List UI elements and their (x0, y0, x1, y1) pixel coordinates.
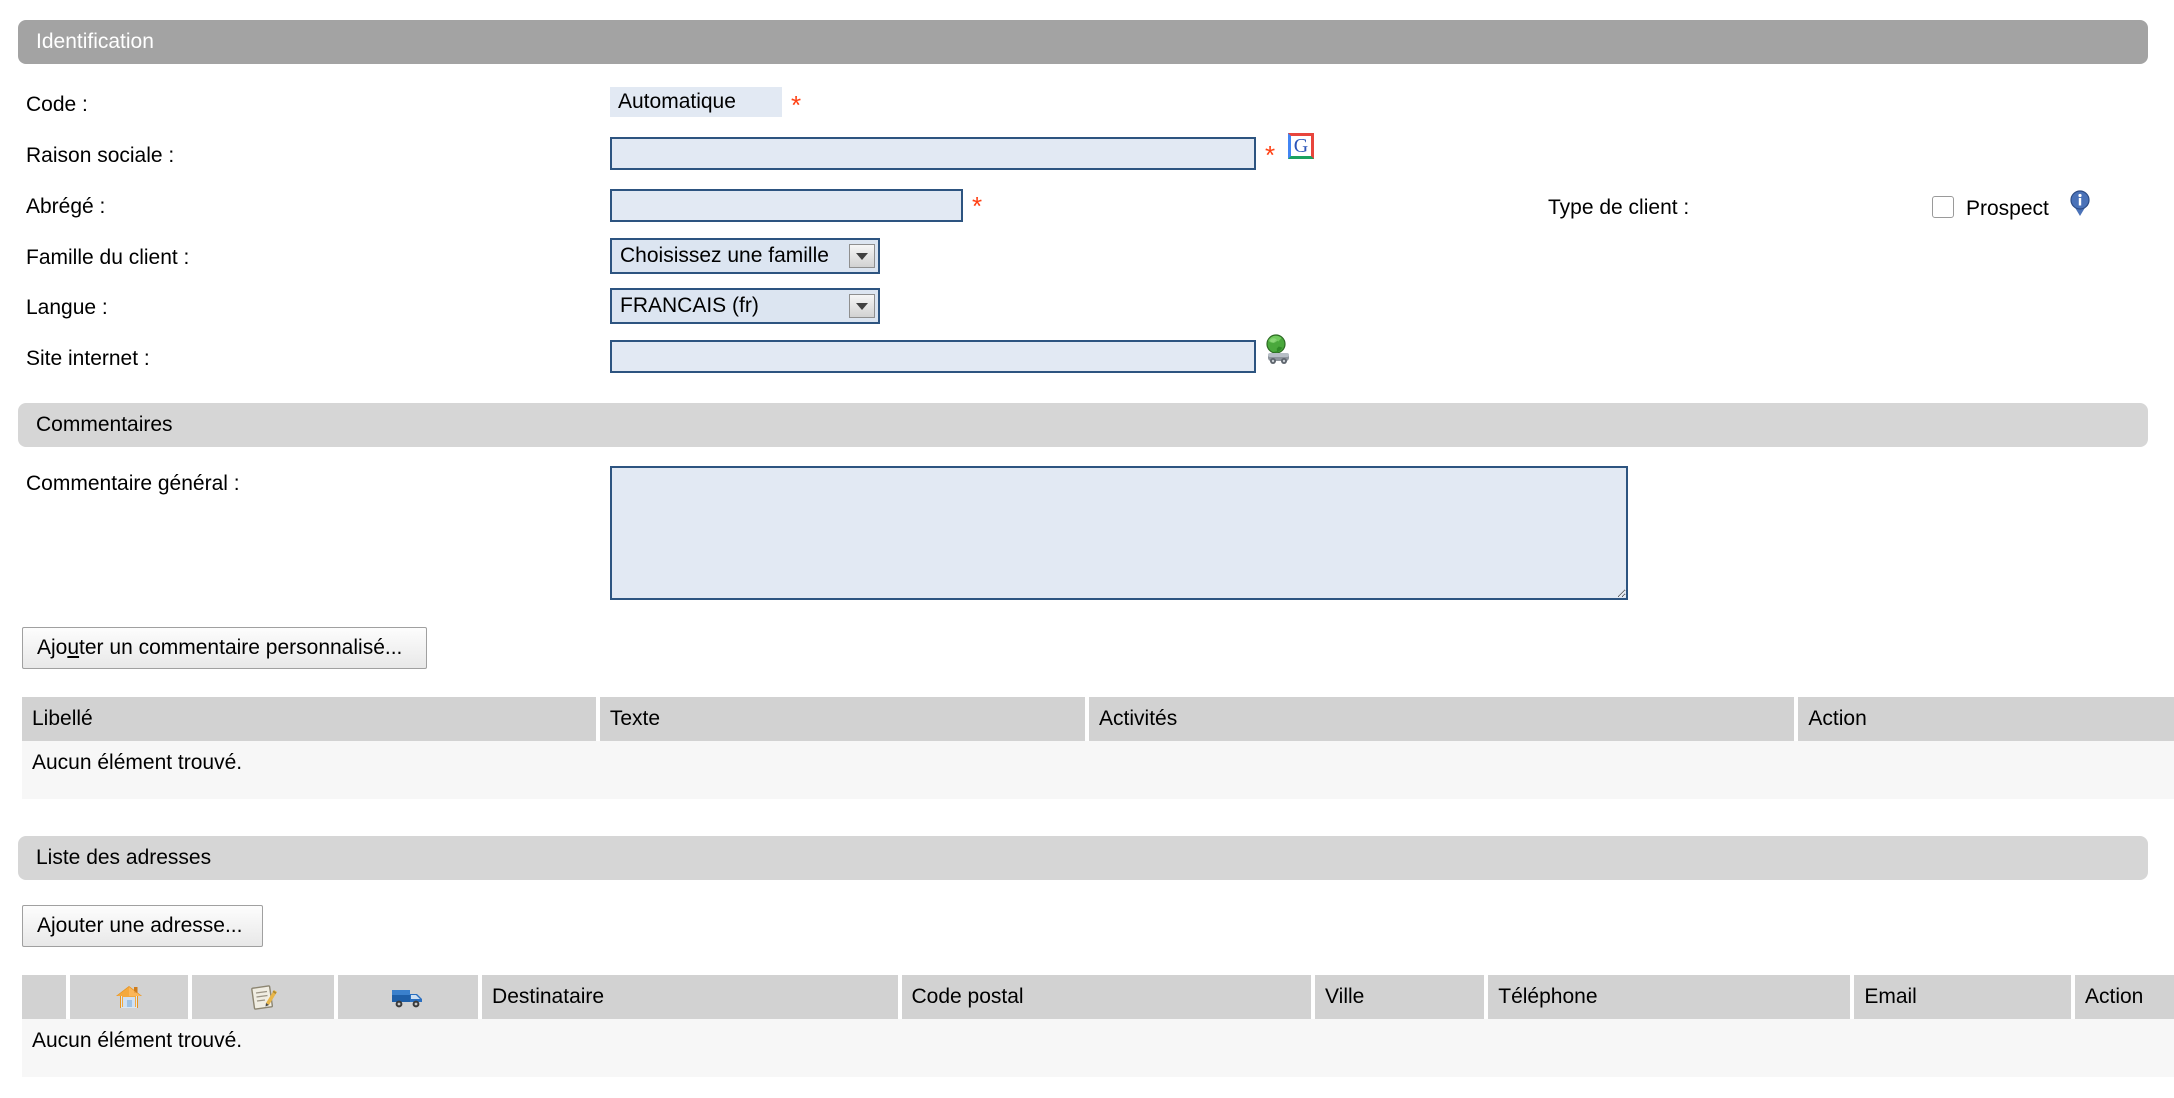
label-langue: Langue : (26, 296, 108, 319)
comments-empty-message: Aucun élément trouvé. (32, 751, 243, 774)
column-header-activites[interactable]: Activités (1089, 697, 1795, 741)
code-value: Automatique (610, 87, 782, 117)
add-custom-comment-button[interactable]: Ajouter un commentaire personnalisé... (22, 627, 427, 669)
addresses-table-empty-row: Aucun élément trouvé. (22, 1019, 2174, 1077)
column-header-texte[interactable]: Texte (599, 697, 1086, 741)
section-header-commentaires: Commentaires (18, 403, 2148, 447)
prospect-label: Prospect (1966, 197, 2049, 220)
addresses-empty-message: Aucun élément trouvé. (32, 1029, 243, 1052)
label-famille-du-client: Famille du client : (26, 246, 190, 269)
column-header-home[interactable] (69, 975, 189, 1019)
required-indicator-raison-sociale: * (1265, 140, 1276, 170)
column-header-email[interactable]: Email (1854, 975, 2071, 1019)
label-commentaire-general: Commentaire général : (26, 472, 240, 495)
raison-sociale-input[interactable] (610, 137, 1256, 170)
comments-table: Libellé Texte Activités Action Aucun élé… (22, 697, 2174, 799)
column-header-select (22, 975, 66, 1019)
column-header-libelle[interactable]: Libellé (22, 697, 596, 741)
column-header-code-postal[interactable]: Code postal (901, 975, 1312, 1019)
home-icon (115, 986, 142, 1008)
world-globe-go-icon[interactable] (1262, 333, 1294, 365)
add-custom-comment-pre: Ajo (37, 636, 68, 659)
comments-table-header: Libellé Texte Activités Action (22, 697, 2174, 741)
label-site-internet: Site internet : (26, 347, 150, 370)
section-header-identification: Identification (18, 20, 2148, 64)
column-header-telephone[interactable]: Téléphone (1488, 975, 1851, 1019)
section-header-liste-adresses-label: Liste des adresses (36, 846, 212, 869)
chevron-down-icon[interactable] (849, 294, 875, 318)
add-address-button-label: Ajouter une adresse... (37, 914, 243, 937)
langue-select[interactable]: FRANCAIS (fr) (610, 288, 880, 324)
section-header-liste-adresses: Liste des adresses (18, 836, 2148, 880)
label-type-de-client: Type de client : (1548, 196, 1690, 219)
delivery-truck-icon (391, 990, 422, 1008)
info-bubble-icon[interactable] (2068, 190, 2092, 216)
column-header-action[interactable]: Action (1798, 697, 2174, 741)
addresses-table: Destinataire Code postal Ville Téléphone… (22, 975, 2174, 1077)
section-header-identification-label: Identification (36, 30, 154, 53)
label-abrege: Abrégé : (26, 195, 106, 218)
column-header-ville[interactable]: Ville (1315, 975, 1485, 1019)
column-header-delivery[interactable] (337, 975, 479, 1019)
famille-du-client-select[interactable]: Choisissez une famille (610, 238, 880, 274)
label-raison-sociale: Raison sociale : (26, 144, 175, 167)
prospect-checkbox[interactable] (1932, 196, 1954, 218)
section-header-commentaires-label: Commentaires (36, 413, 173, 436)
label-code: Code : (26, 93, 88, 116)
comments-table-empty-row: Aucun élément trouvé. (22, 741, 2174, 799)
addresses-table-header: Destinataire Code postal Ville Téléphone… (22, 975, 2174, 1019)
column-header-destinataire[interactable]: Destinataire (482, 975, 898, 1019)
famille-du-client-value: Choisissez une famille (620, 244, 829, 267)
column-header-action-address[interactable]: Action (2075, 975, 2174, 1019)
required-indicator-abrege: * (972, 191, 983, 221)
required-indicator-code: * (791, 90, 802, 120)
google-g-icon[interactable]: G (1288, 133, 1314, 159)
column-header-invoice[interactable] (192, 975, 334, 1019)
chevron-down-icon[interactable] (849, 244, 875, 268)
langue-value: FRANCAIS (fr) (620, 294, 759, 317)
commentaire-general-textarea[interactable] (610, 466, 1628, 600)
add-custom-comment-post: ter un commentaire personnalisé... (79, 636, 403, 659)
site-internet-input[interactable] (610, 340, 1256, 373)
invoice-clipboard-icon (251, 985, 277, 1010)
abrege-input[interactable] (610, 189, 963, 222)
add-address-button[interactable]: Ajouter une adresse... (22, 905, 263, 947)
add-custom-comment-button-label: Ajouter un commentaire personnalisé... (37, 636, 402, 660)
add-custom-comment-accesskey: u (67, 636, 80, 659)
